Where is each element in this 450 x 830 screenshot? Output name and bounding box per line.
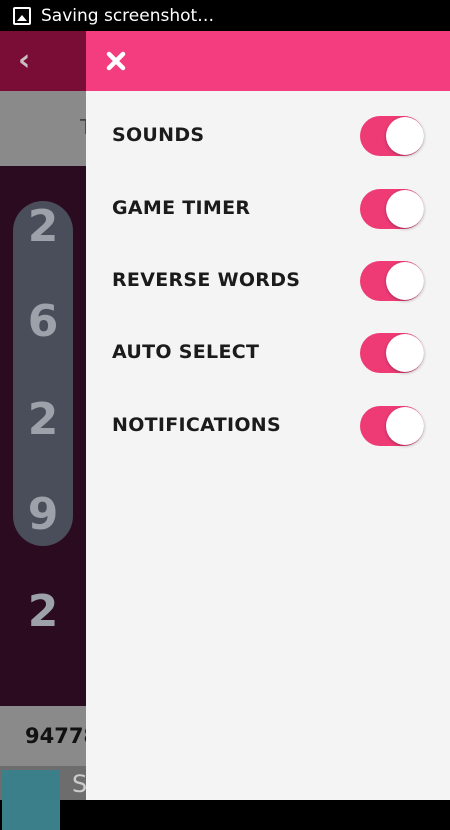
setting-notifications: NOTIFICATIONS <box>86 402 450 452</box>
setting-label: SOUNDS <box>112 124 205 146</box>
setting-sounds: SOUNDS <box>86 112 450 162</box>
board-number: 2 <box>27 394 59 445</box>
setting-label: AUTO SELECT <box>112 341 260 363</box>
reverse-words-toggle[interactable] <box>360 261 424 301</box>
toggle-thumb <box>386 190 424 228</box>
toggle-thumb <box>386 117 424 155</box>
board-number: 2 <box>27 586 59 637</box>
setting-label: GAME TIMER <box>112 197 251 219</box>
board-number: 6 <box>27 296 59 347</box>
board-number: 9 <box>27 489 59 540</box>
setting-auto-select: AUTO SELECT <box>86 329 450 379</box>
drawer-header <box>86 31 450 91</box>
board-number: 2 <box>27 201 59 252</box>
auto-select-toggle[interactable] <box>360 333 424 373</box>
notifications-toggle[interactable] <box>360 406 424 446</box>
ad-text: S <box>72 770 88 798</box>
ad-logo <box>2 770 60 830</box>
image-icon <box>13 6 31 25</box>
setting-label: NOTIFICATIONS <box>112 414 281 436</box>
toggle-thumb <box>386 407 424 445</box>
setting-game-timer: GAME TIMER <box>86 185 450 235</box>
sounds-toggle[interactable] <box>360 116 424 156</box>
settings-drawer: SOUNDS GAME TIMER REVERSE WORDS AUTO SEL… <box>86 31 450 800</box>
setting-label: REVERSE WORDS <box>112 269 301 291</box>
status-bar: Saving screenshot… <box>0 0 450 31</box>
chevron-left-icon[interactable]: ‹ <box>18 43 30 78</box>
game-timer-toggle[interactable] <box>360 189 424 229</box>
close-icon <box>106 51 126 71</box>
status-text: Saving screenshot… <box>41 5 215 26</box>
setting-reverse-words: REVERSE WORDS <box>86 257 450 307</box>
toggle-thumb <box>386 334 424 372</box>
close-button[interactable] <box>100 45 132 77</box>
toggle-thumb <box>386 262 424 300</box>
